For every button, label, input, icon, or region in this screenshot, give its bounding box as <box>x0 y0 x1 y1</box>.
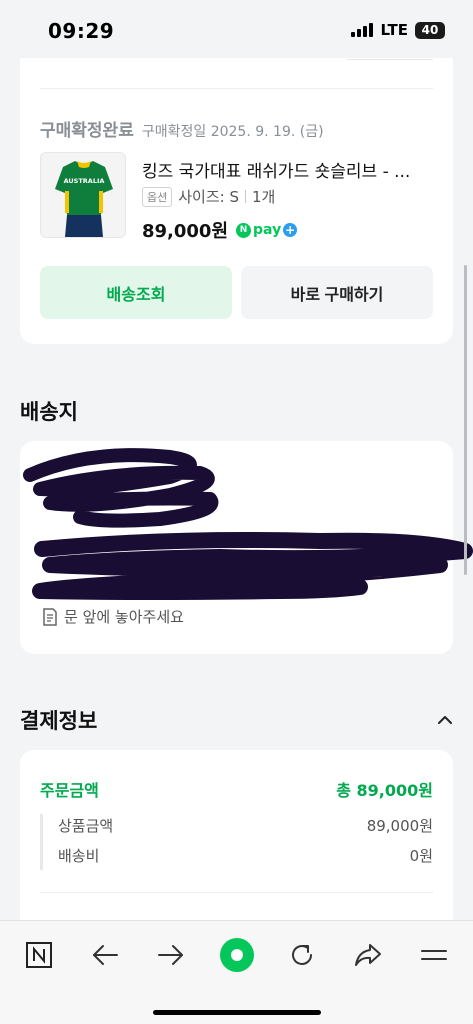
order-amount-total: 총 89,000원 <box>336 781 433 800</box>
product-amount-label: 상품금액 <box>58 817 114 835</box>
shipping-fee-value: 0원 <box>409 847 433 865</box>
shipping-fee-label: 배송비 <box>58 847 100 865</box>
plus-icon: + <box>283 223 298 237</box>
price-row: 89,000원 N pay + <box>142 217 298 243</box>
option-row: 옵션 사이즈: S 1개 <box>142 186 275 207</box>
confirm-date: 구매확정일 2025. 9. 19. (금) <box>141 124 324 140</box>
jersey-text: AUSTRALIA <box>64 177 105 185</box>
npay-label: pay <box>253 222 282 238</box>
share-icon[interactable] <box>348 939 388 971</box>
naver-home-icon[interactable] <box>19 939 59 971</box>
order-amount-row: 주문금액 총 89,000원 <box>40 777 433 801</box>
order-card: 구매확정완료 구매확정일 2025. 9. 19. (금) AUSTRALIA … <box>20 30 453 344</box>
green-dot-icon[interactable] <box>217 938 257 972</box>
npay-badge: N pay + <box>236 222 298 238</box>
option-badge: 옵션 <box>142 186 173 207</box>
status-bar: 09:29 LTE 40 <box>0 0 473 58</box>
memo-icon <box>43 607 57 626</box>
refresh-icon[interactable] <box>282 939 322 971</box>
memo-text: 문 앞에 놓아주세요 <box>64 608 184 626</box>
price: 89,000원 <box>142 221 229 242</box>
divider <box>40 892 433 893</box>
confirm-status: 구매확정완료 <box>40 121 134 141</box>
scrollbar[interactable] <box>464 265 467 575</box>
chevron-up-icon[interactable] <box>437 712 453 728</box>
product-thumbnail[interactable]: AUSTRALIA <box>40 152 126 238</box>
option-text: 사이즈: S <box>178 188 239 206</box>
menu-icon[interactable] <box>414 939 454 971</box>
product-name[interactable]: 킹즈 국가대표 래쉬가드 숏슬리브 - ... <box>142 157 432 182</box>
home-indicator <box>153 1010 321 1015</box>
delivery-memo: 문 앞에 놓아주세요 <box>42 606 184 627</box>
order-amount-label: 주문금액 <box>40 781 99 800</box>
quantity: 1개 <box>252 188 276 206</box>
payment-section-title: 결제정보 <box>20 709 98 733</box>
shipping-fee-row: 배송비 0원 <box>58 845 433 866</box>
status-indicators: LTE 40 <box>351 21 445 39</box>
separator <box>245 190 246 203</box>
product-amount-row: 상품금액 89,000원 <box>58 815 433 836</box>
network-type: LTE <box>380 21 408 39</box>
back-icon[interactable] <box>85 939 125 971</box>
status-time: 09:29 <box>48 19 115 43</box>
divider <box>40 88 433 89</box>
address-section-title: 배송지 <box>20 400 78 424</box>
sub-items-bar <box>40 814 43 870</box>
browser-toolbar <box>0 920 473 1024</box>
track-delivery-button[interactable]: 배송조회 <box>40 266 232 319</box>
signal-icon <box>351 23 374 37</box>
purchase-confirm-row: 구매확정완료 구매확정일 2025. 9. 19. (금) <box>40 116 324 141</box>
product-amount-value: 89,000원 <box>366 817 433 835</box>
forward-icon[interactable] <box>151 939 191 971</box>
redaction-scribble <box>23 448 473 600</box>
buy-again-button[interactable]: 바로 구매하기 <box>241 266 433 319</box>
battery-icon: 40 <box>415 21 445 39</box>
address-card: 문 앞에 놓아주세요 <box>20 441 473 654</box>
npay-n-icon: N <box>236 222 252 238</box>
jersey-image: AUSTRALIA <box>41 153 125 237</box>
